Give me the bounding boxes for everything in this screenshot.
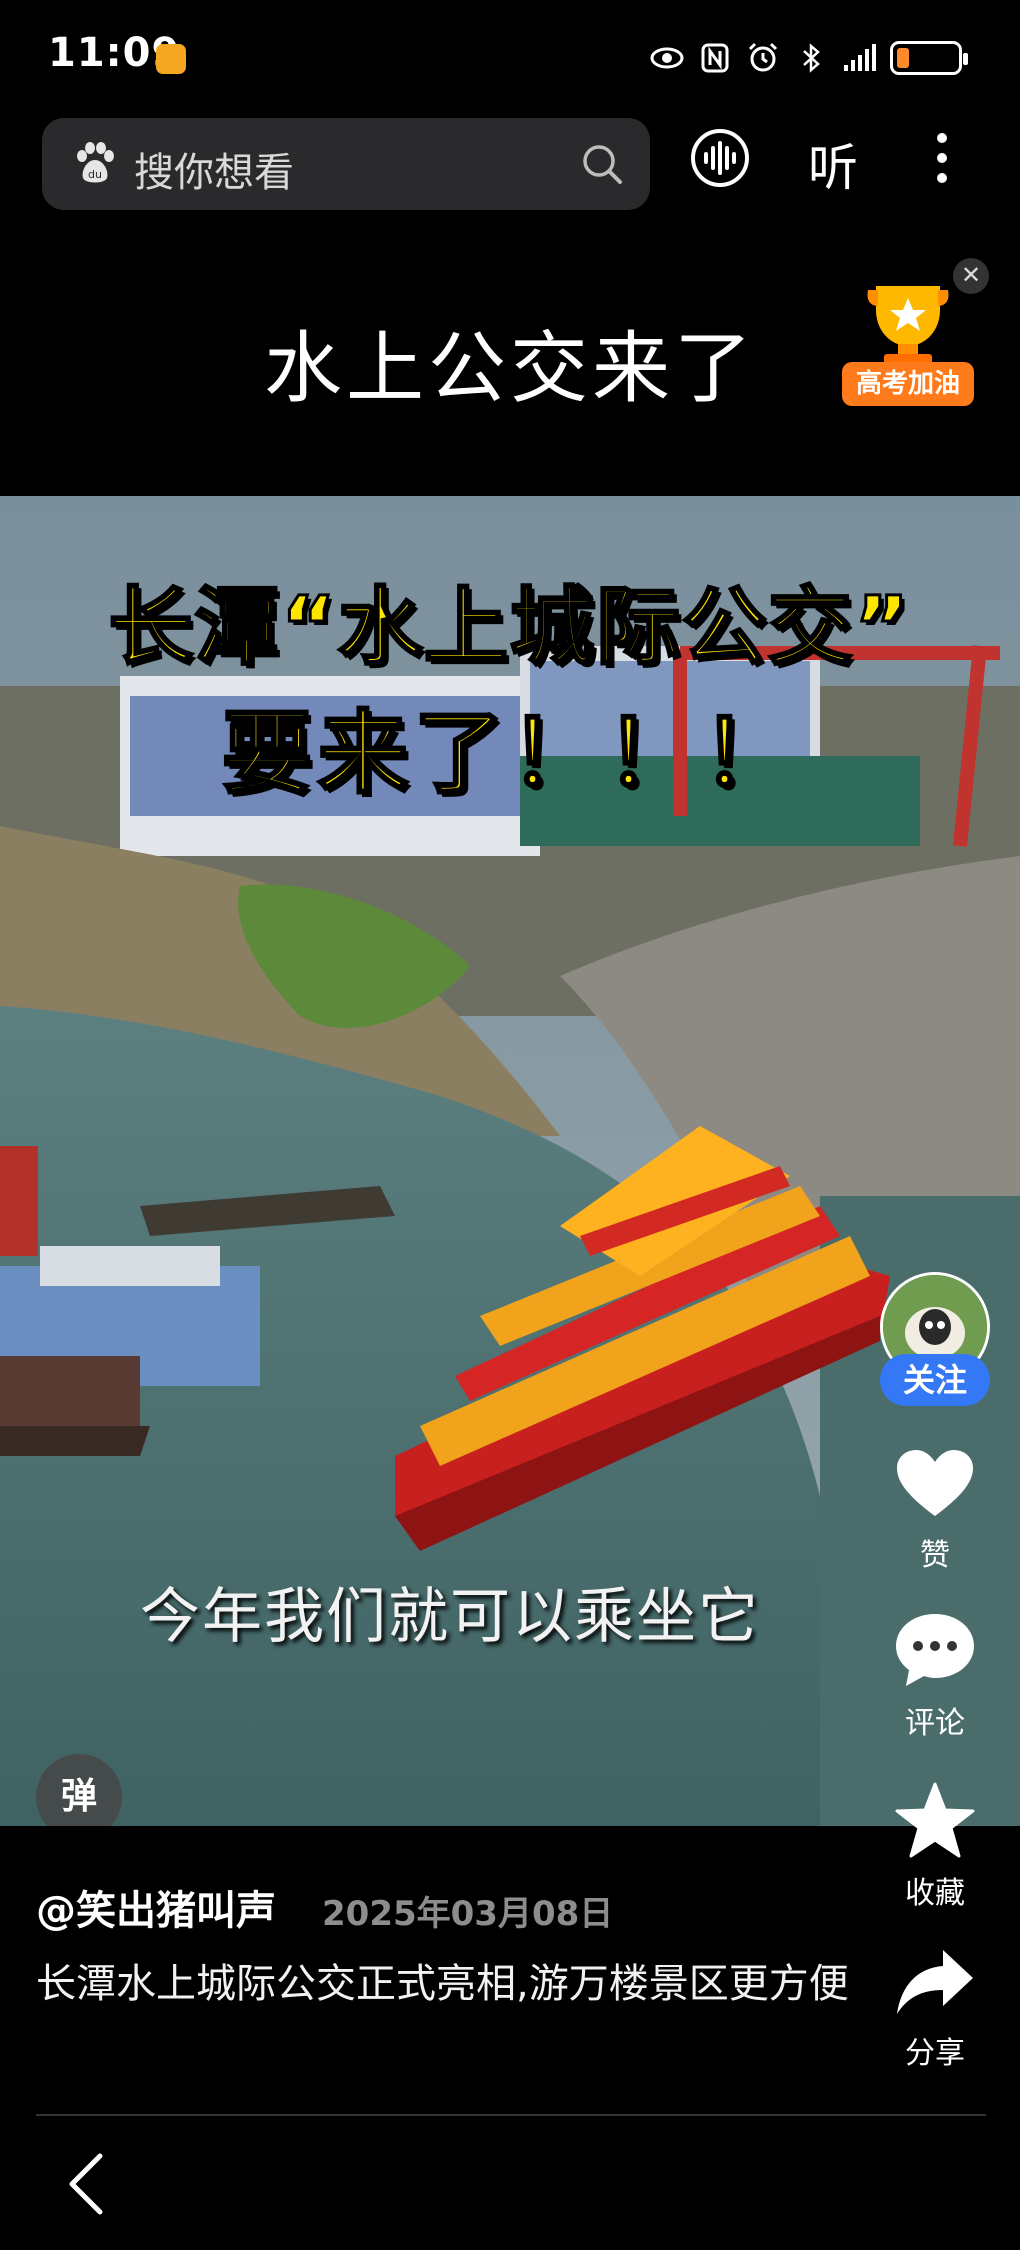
signal-icon: [844, 44, 876, 71]
heart-icon: [897, 1450, 973, 1516]
comment-label: 评论: [905, 1706, 965, 1741]
notification-app-icon: [156, 44, 186, 74]
badge-label: 高考加油: [842, 362, 974, 406]
alarm-icon: [748, 42, 778, 72]
share-icon: [897, 1950, 973, 2014]
listen-button[interactable]: 听: [808, 128, 858, 200]
video-subtitle: 今年我们就可以乘坐它: [140, 1582, 760, 1652]
search-placeholder: 搜你想看: [134, 150, 294, 196]
divider: [36, 2114, 986, 2116]
comment-button[interactable]: 评论: [880, 1612, 990, 1742]
trophy-icon: [867, 286, 949, 364]
bluetooth-icon: [803, 43, 820, 73]
gaokao-badge[interactable]: 高考加油: [842, 270, 974, 410]
like-label: 赞: [920, 1538, 950, 1573]
close-icon[interactable]: ✕: [953, 258, 989, 294]
search-input[interactable]: du 搜你想看: [42, 118, 650, 210]
battery-icon: [890, 41, 968, 75]
svg-text:du: du: [88, 168, 102, 181]
video-headline-line2: 要来了！！！: [221, 700, 798, 808]
post-date: 2025年03月08日: [322, 1894, 614, 1934]
share-label: 分享: [905, 2036, 965, 2071]
favorite-button[interactable]: 收藏: [880, 1782, 990, 1912]
star-icon: [895, 1782, 975, 1858]
author-name[interactable]: @笑出猪叫声: [36, 1878, 276, 1936]
favorite-label: 收藏: [905, 1876, 965, 1911]
share-button[interactable]: 分享: [880, 1948, 990, 2072]
like-button[interactable]: 赞: [880, 1448, 990, 1574]
follow-button[interactable]: 关注: [880, 1354, 990, 1406]
eye-icon: [650, 47, 684, 69]
status-icons: [650, 38, 968, 78]
video-headline-line1: 长潭“水上城际公交”: [107, 577, 912, 678]
voice-search-icon[interactable]: [690, 128, 750, 188]
back-icon[interactable]: [66, 2152, 106, 2216]
comment-icon: [896, 1614, 974, 1686]
more-icon[interactable]: [930, 128, 954, 188]
nfc-icon: [701, 43, 729, 73]
search-icon[interactable]: [580, 142, 624, 186]
video-player[interactable]: 长潭“水上城际公交” 要来了！！！ 今年我们就可以乘坐它 弹: [0, 496, 1020, 1826]
baidu-paw-icon: du: [77, 142, 114, 183]
post-description: 长潭水上城际公交正式亮相,游万楼景区更方便: [36, 1961, 849, 2007]
status-bar: 11:09: [0, 0, 1020, 110]
